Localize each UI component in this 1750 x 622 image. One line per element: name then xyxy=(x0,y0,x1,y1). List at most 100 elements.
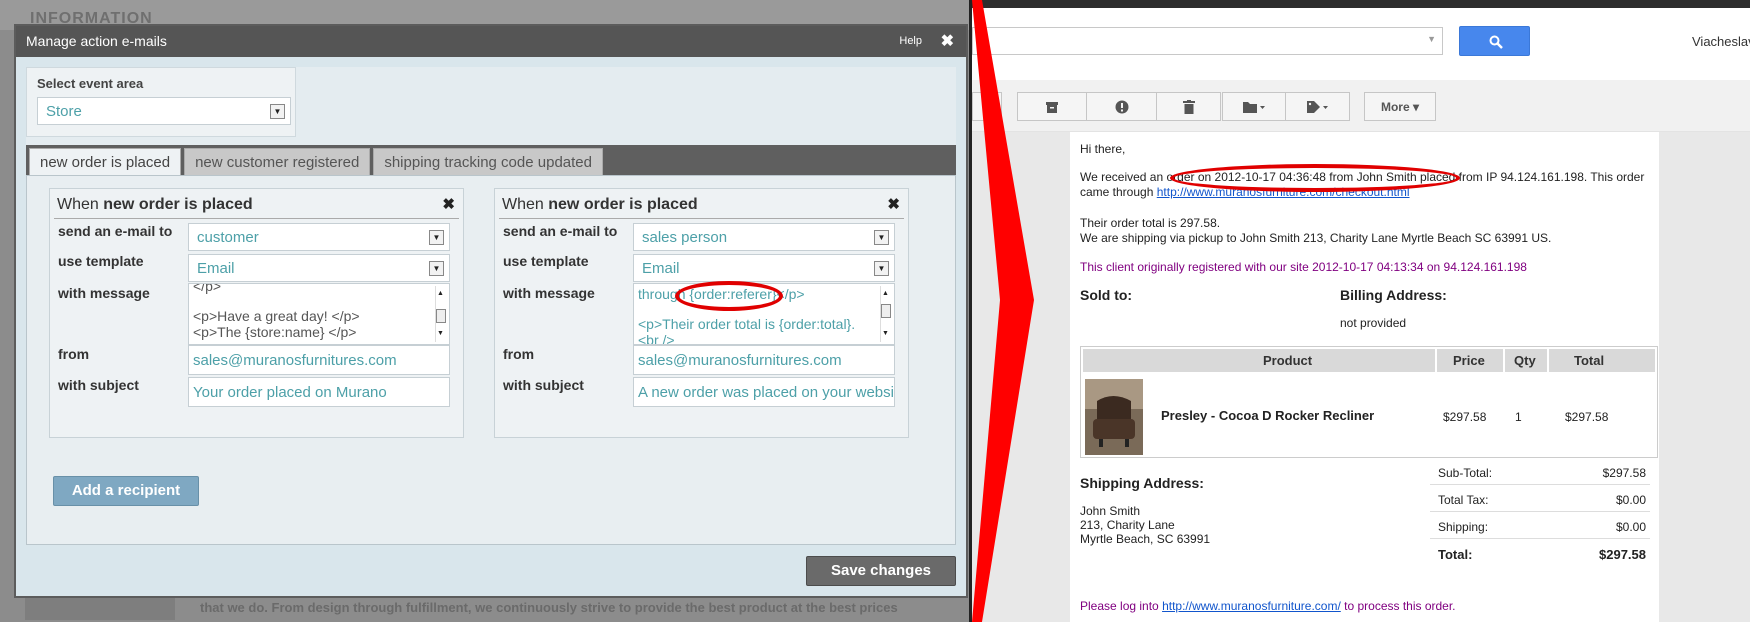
totals-value: $297.58 xyxy=(1602,466,1646,480)
textarea-scrollbar[interactable]: ▲ ▼ xyxy=(435,286,447,342)
chevron-down-icon: ▼ xyxy=(429,230,444,245)
tab-panel: When new order is placed ✖ send an e-mai… xyxy=(26,175,956,545)
shipping-street: 213, Charity Lane xyxy=(1080,518,1175,532)
from-input[interactable]: sales@muranosfurnitures.com xyxy=(633,345,895,375)
shipping-name: John Smith xyxy=(1080,504,1141,518)
subject-value: A new order was placed on your website xyxy=(633,377,895,407)
send-to-select[interactable]: customer ▼ xyxy=(188,223,450,251)
folder-icon xyxy=(1243,101,1265,113)
message-label: with message xyxy=(503,285,595,301)
table-header: Product Price Qty Total xyxy=(1083,349,1655,372)
modal-title: Manage action e-mails xyxy=(26,33,167,49)
scroll-thumb[interactable] xyxy=(436,309,446,323)
recliner-image xyxy=(1085,379,1143,455)
product-qty: 1 xyxy=(1515,410,1522,424)
from-label: from xyxy=(503,346,535,362)
when-event: new order is placed xyxy=(548,196,698,213)
search-icon xyxy=(1489,35,1503,49)
subject-input[interactable]: Your order placed on Murano xyxy=(188,377,450,407)
template-select[interactable]: Email ▼ xyxy=(633,254,895,282)
tab-shipping-tracking[interactable]: shipping tracking code updated xyxy=(373,148,603,175)
totals-value: $297.58 xyxy=(1599,547,1646,562)
red-arrow-annotation xyxy=(972,0,1034,622)
subject-input[interactable]: A new order was placed on your website xyxy=(633,377,895,407)
scroll-up-icon[interactable]: ▲ xyxy=(882,286,889,302)
user-name[interactable]: Viacheslav xyxy=(1692,34,1750,49)
chevron-down-icon: ▼ xyxy=(429,261,444,276)
login-paragraph: Please log into http://www.muranosfurnit… xyxy=(1080,599,1660,614)
product-name: Presley - Cocoa D Rocker Recliner xyxy=(1161,408,1375,423)
event-area-label: Select event area xyxy=(37,76,144,91)
save-changes-button[interactable]: Save changes xyxy=(806,556,956,586)
modal-body: Select event area Store ▼ new order is p… xyxy=(26,67,956,545)
when-prefix: When xyxy=(57,196,104,213)
totals-value: $0.00 xyxy=(1615,520,1646,534)
right-gutter xyxy=(1659,132,1750,622)
checkout-link[interactable]: http://www.muranosfurniture.com/checkout… xyxy=(1157,185,1410,199)
subject-label: with subject xyxy=(58,377,139,393)
totals-table: Sub-Total: $297.58 Total Tax: $0.00 Ship… xyxy=(1430,458,1650,566)
event-area-select[interactable]: Store ▼ xyxy=(37,97,291,125)
message-line: <p>Have a great day! </p> xyxy=(193,308,360,324)
from-input[interactable]: sales@muranosfurnitures.com xyxy=(188,345,450,375)
chevron-down-icon: ▼ xyxy=(874,230,889,245)
admin-link[interactable]: http://www.muranosfurniture.com/ xyxy=(1162,599,1341,613)
textarea-scrollbar[interactable]: ▲ ▼ xyxy=(880,286,892,342)
scroll-up-icon[interactable]: ▲ xyxy=(437,286,444,302)
message-textarea[interactable]: </p> <p>Have a great day! </p> <p>The {s… xyxy=(188,283,450,345)
event-tabs: new order is placed new customer registe… xyxy=(26,145,956,175)
message-line: <p>The {store:name} </p> xyxy=(193,324,357,340)
subject-value: Your order placed on Murano xyxy=(188,377,450,407)
more-button[interactable]: More ▾ xyxy=(1364,92,1436,121)
recipient-card: When new order is placed ✖ send an e-mai… xyxy=(49,188,464,438)
spam-icon xyxy=(1115,100,1128,113)
totals-row: Total Tax: $0.00 xyxy=(1430,485,1650,512)
remove-recipient-icon[interactable]: ✖ xyxy=(887,195,900,213)
add-recipient-button[interactable]: Add a recipient xyxy=(53,476,199,506)
send-to-label: send an e-mail to xyxy=(503,223,618,239)
help-link[interactable]: Help xyxy=(899,26,922,57)
message-line: through {order:referer}</p> xyxy=(638,286,805,302)
subject-label: with subject xyxy=(503,377,584,393)
recipient-heading: When new order is placed ✖ xyxy=(499,193,904,219)
email-client: ▼ Viacheslav More ▾ Hi there, We receive… xyxy=(972,0,1750,622)
scroll-down-icon[interactable]: ▼ xyxy=(437,326,444,342)
when-prefix: When xyxy=(502,196,549,213)
message-line xyxy=(193,294,431,308)
event-area-box: Select event area Store ▼ xyxy=(26,67,296,137)
tab-new-order[interactable]: new order is placed xyxy=(29,148,182,175)
scroll-down-icon[interactable]: ▼ xyxy=(882,326,889,342)
toolbar-actions-group xyxy=(1017,92,1221,121)
chevron-down-icon: ▼ xyxy=(270,104,285,119)
search-input[interactable]: ▼ xyxy=(972,27,1443,55)
move-to-button[interactable] xyxy=(1222,92,1286,121)
chevron-down-icon[interactable]: ▼ xyxy=(1427,34,1436,44)
top-bar xyxy=(972,0,1750,8)
template-value: Email xyxy=(197,260,235,277)
template-select[interactable]: Email ▼ xyxy=(188,254,450,282)
report-spam-button[interactable] xyxy=(1087,92,1157,121)
template-value: Email xyxy=(642,260,680,277)
send-to-select[interactable]: sales person ▼ xyxy=(633,223,895,251)
billing-not-provided: not provided xyxy=(1340,316,1407,330)
greeting: Hi there, xyxy=(1080,142,1126,156)
totals-label: Total: xyxy=(1438,547,1473,562)
toolbar-more-group: More ▾ xyxy=(1364,92,1436,121)
header-price: Price xyxy=(1453,353,1485,368)
tab-new-customer[interactable]: new customer registered xyxy=(184,148,371,175)
login-suffix: to process this order. xyxy=(1340,599,1456,613)
event-area-value: Store xyxy=(46,103,82,120)
close-icon[interactable]: ✖ xyxy=(941,26,954,57)
remove-recipient-icon[interactable]: ✖ xyxy=(442,195,455,213)
send-to-label: send an e-mail to xyxy=(58,223,173,239)
search-button[interactable] xyxy=(1459,26,1530,56)
labels-button[interactable] xyxy=(1286,92,1350,121)
scroll-thumb[interactable] xyxy=(881,304,891,318)
header-product: Product xyxy=(1263,353,1313,368)
product-table: Product Price Qty Total Presley - Cocoa … xyxy=(1080,346,1658,458)
delete-button[interactable] xyxy=(1157,92,1221,121)
message-textarea[interactable]: through {order:referer}</p> <p>Their ord… xyxy=(633,281,895,345)
header-separator xyxy=(1435,349,1437,372)
header-total: Total xyxy=(1574,353,1605,368)
send-to-value: sales person xyxy=(642,229,728,246)
